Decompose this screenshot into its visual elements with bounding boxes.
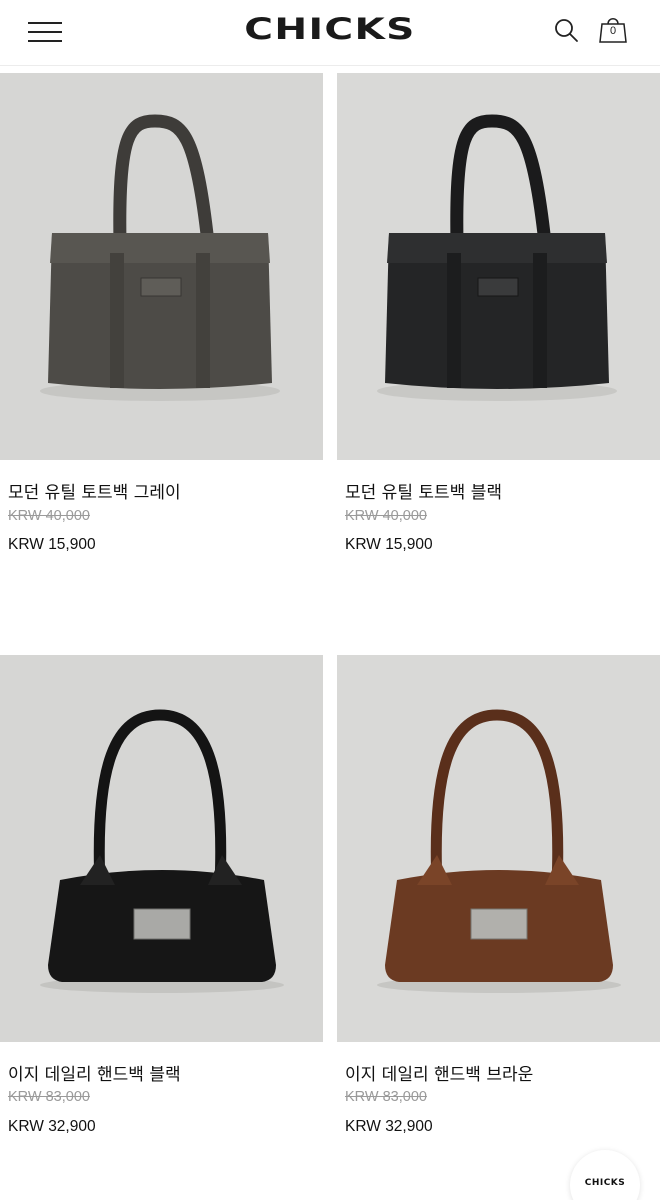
floating-brand-label: CHICKS: [584, 1178, 626, 1188]
sale-price: KRW 15,900: [8, 536, 96, 553]
shopping-bag-icon[interactable]: 0: [598, 14, 628, 44]
product-image-tote-black[interactable]: [337, 73, 660, 460]
product-title[interactable]: 모던 유틸 토트백 그레이: [8, 478, 181, 503]
sale-price: KRW 15,900: [345, 536, 433, 553]
sale-price: KRW 32,900: [345, 1118, 433, 1135]
search-icon[interactable]: [553, 17, 579, 43]
product-title[interactable]: 모던 유틸 토트백 블랙: [345, 478, 502, 503]
product-image-tote-gray[interactable]: [0, 73, 323, 460]
cart-count-badge: 0: [609, 25, 617, 37]
original-price: KRW 40,000: [345, 508, 427, 524]
sale-price: KRW 32,900: [8, 1118, 96, 1135]
site-header: CHICKS 0: [0, 0, 660, 66]
original-price: KRW 83,000: [8, 1089, 90, 1105]
product-title[interactable]: 이지 데일리 핸드백 브라운: [345, 1060, 533, 1085]
product-card[interactable]: 이지 데일리 핸드백 블랙 KRW 83,000 KRW 32,900: [0, 655, 323, 1200]
product-image-handbag-black[interactable]: [0, 655, 323, 1042]
product-card[interactable]: 모던 유틸 토트백 그레이 KRW 40,000 KRW 15,900: [0, 73, 323, 633]
product-title[interactable]: 이지 데일리 핸드백 블랙: [8, 1060, 181, 1085]
original-price: KRW 40,000: [8, 508, 90, 524]
product-image-handbag-brown[interactable]: [337, 655, 660, 1042]
original-price: KRW 83,000: [345, 1089, 427, 1105]
product-card[interactable]: 이지 데일리 핸드백 브라운 KRW 83,000 KRW 32,900: [337, 655, 660, 1200]
product-card[interactable]: 모던 유틸 토트백 블랙 KRW 40,000 KRW 15,900: [337, 73, 660, 633]
